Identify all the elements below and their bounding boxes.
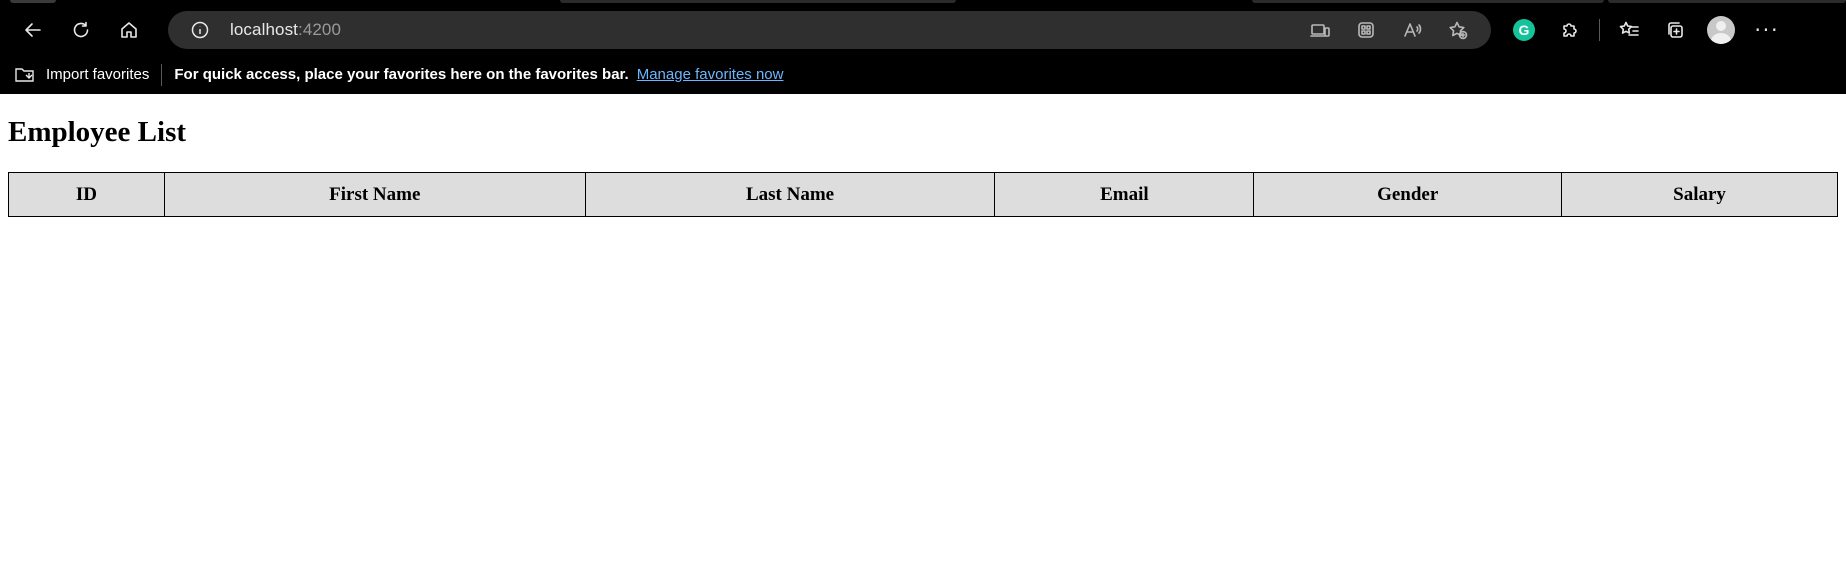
add-favorite-button[interactable] [1435,11,1481,49]
address-bar-actions [1297,11,1481,49]
tab[interactable] [560,0,956,3]
grammarly-extension-button[interactable]: G [1501,11,1547,49]
apps-button[interactable] [1343,11,1389,49]
reload-button[interactable] [62,11,100,49]
arrow-left-icon [25,23,41,37]
column-header-last-name: Last Name [584,172,996,217]
read-aloud-button[interactable] [1389,11,1435,49]
page-title: Employee List [8,116,187,148]
star-add-icon [1449,21,1468,40]
puzzle-icon [1563,23,1577,37]
favorites-divider [161,63,163,86]
back-button[interactable] [14,11,52,49]
browser-toolbar: localhost:4200 G ··· [0,4,1846,56]
toolbar-divider [1599,19,1600,41]
read-aloud-icon [1404,23,1422,37]
column-header-first-name: First Name [163,172,586,217]
folder-import-icon [15,67,34,82]
tab[interactable] [10,0,56,3]
avatar [1707,16,1735,44]
app-available-button[interactable] [1297,11,1343,49]
favorites-list-icon [1619,21,1639,36]
tab[interactable] [1608,0,1846,3]
import-favorites-label: Import favorites [46,66,150,83]
favorites-bar: Import favorites For quick access, place… [0,56,1846,94]
apps-grid-icon [1358,22,1374,38]
employee-table: ID First Name Last Name Email Gender Sal… [8,172,1838,217]
favorites-button[interactable] [1606,11,1652,49]
manage-favorites-link[interactable]: Manage favorites now [637,66,784,83]
table-header: ID First Name Last Name Email Gender Sal… [8,172,1838,217]
browser-chrome: localhost:4200 G ··· Import favorites Fo… [0,0,1846,94]
import-favorites-button[interactable]: Import favorites [14,65,149,85]
reload-icon [73,21,89,38]
url-port: :4200 [298,20,342,39]
device-icon [1310,24,1330,37]
home-button[interactable] [110,11,148,49]
more-icon: ··· [1754,18,1780,42]
settings-more-button[interactable]: ··· [1744,11,1790,49]
url-host: localhost [230,20,298,39]
column-header-gender: Gender [1253,172,1563,217]
favorites-message: For quick access, place your favorites h… [174,66,629,83]
table-header-row: ID First Name Last Name Email Gender Sal… [8,172,1838,217]
collections-button[interactable] [1652,11,1698,49]
grammarly-icon: G [1513,19,1535,41]
url-text[interactable]: localhost:4200 [230,20,341,40]
toolbar-right: G ··· [1501,11,1790,49]
site-info-icon[interactable] [190,20,210,40]
address-bar[interactable]: localhost:4200 [168,11,1491,49]
home-icon [121,22,137,38]
column-header-salary: Salary [1561,172,1838,217]
column-header-email: Email [994,172,1255,217]
column-header-id: ID [8,172,165,217]
profile-button[interactable] [1698,11,1744,49]
tab[interactable] [1252,0,1604,3]
extensions-button[interactable] [1547,11,1593,49]
page-content: Employee List ID First Name Last Name Em… [0,114,1846,217]
collections-icon [1668,22,1683,38]
